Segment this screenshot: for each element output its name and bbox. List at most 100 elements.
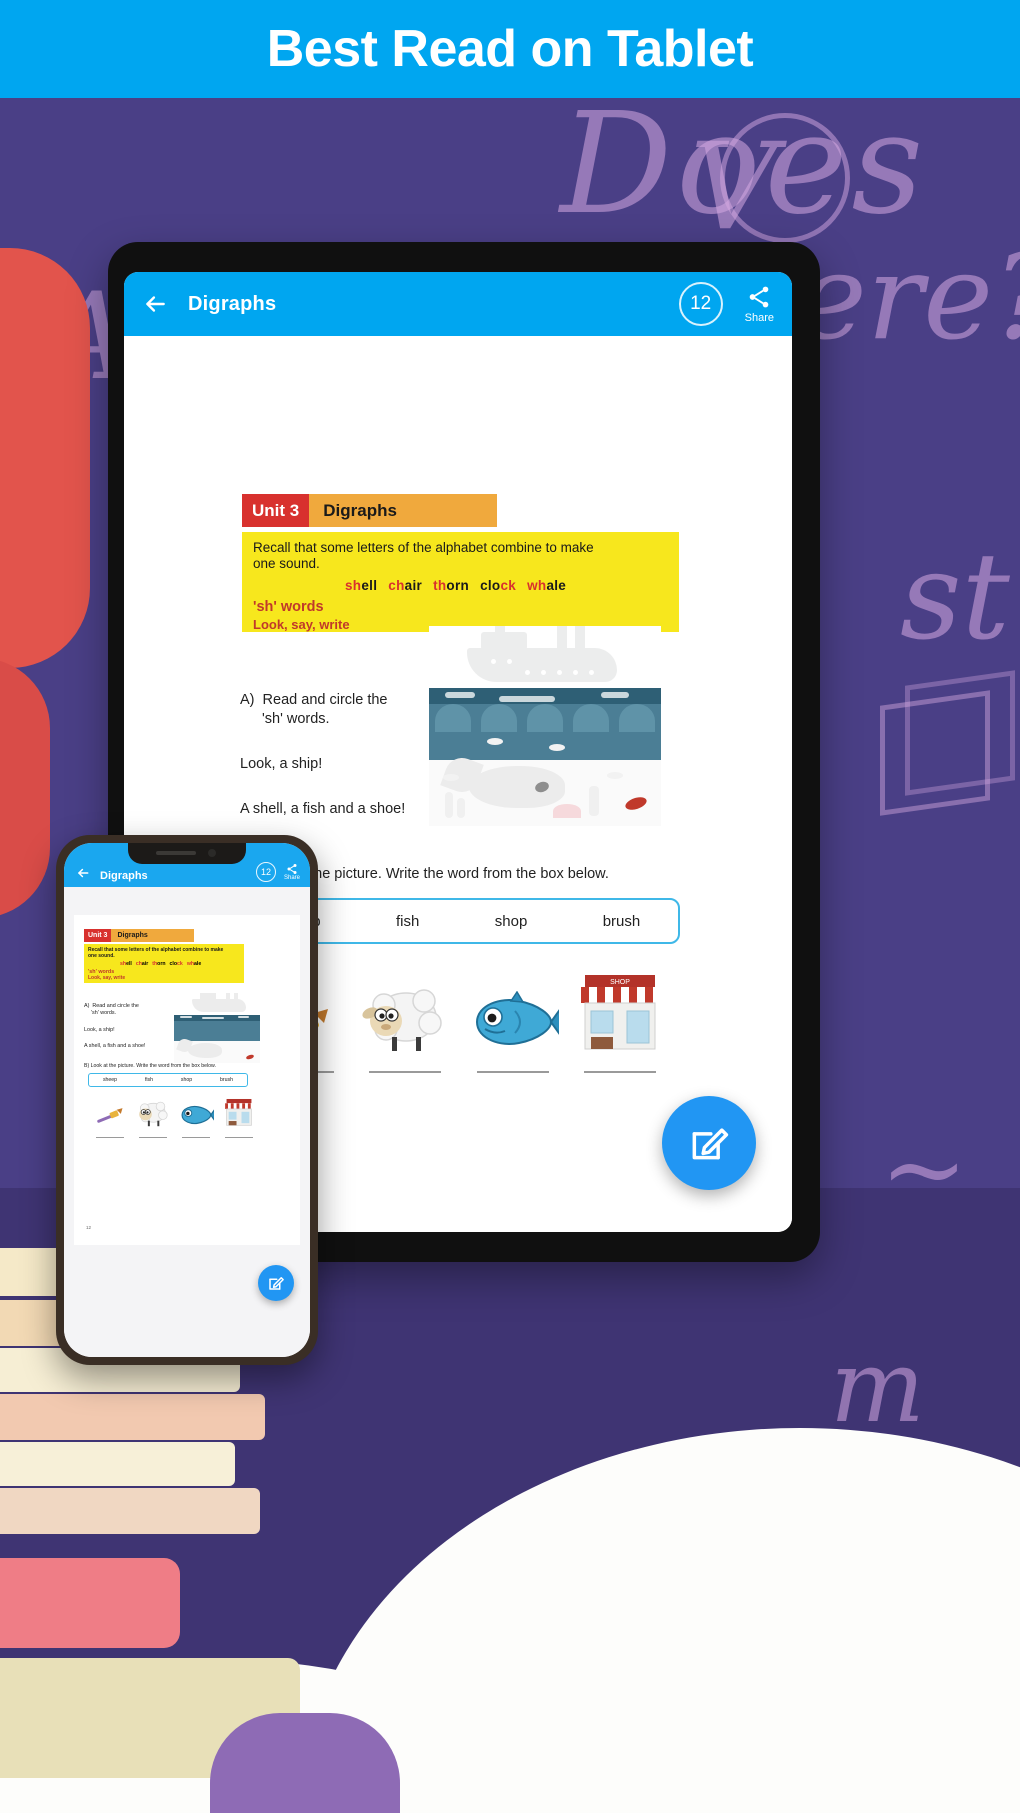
unit-tag: Unit 3 [84, 929, 112, 942]
page-number-badge[interactable]: 12 [255, 862, 276, 882]
question-a-sentence-2: A shell, a fish and a shoe! [84, 1042, 146, 1049]
ship-porthole-icon [557, 670, 562, 675]
small-fish-icon [443, 774, 459, 781]
promo-banner-text: Best Read on Tablet [266, 20, 754, 78]
ocean-foam [445, 692, 475, 698]
background-pink-shape [0, 1558, 180, 1648]
callout-sh-sub: Look, say, write [88, 975, 126, 981]
fish-icon [475, 991, 559, 1045]
ship-cabin-icon [200, 993, 216, 999]
app-bar-actions: 12 Share [678, 282, 774, 326]
page-title: Digraphs [188, 292, 277, 315]
unit-name: Digraphs [111, 929, 194, 942]
edit-pencil-icon [269, 1277, 284, 1290]
doodle-circle [720, 113, 850, 243]
answer-line[interactable] [88, 1137, 131, 1138]
doodle-cube-front [905, 670, 1015, 796]
ship-funnel-icon [226, 993, 230, 1000]
picture-cell-sheep [131, 1093, 174, 1127]
answer-line[interactable] [217, 1137, 260, 1138]
phone-screen: Digraphs 12 Share Unit 3 Digraphs Recall… [64, 843, 310, 1357]
svg-text:SHOP: SHOP [610, 979, 630, 986]
ocean-deep-water [429, 732, 661, 760]
word-bank-item: fish [144, 1077, 154, 1083]
callout-line-1: Recall that some letters of the alphabet… [253, 540, 594, 555]
back-arrow-icon[interactable] [74, 864, 92, 882]
ocean-foam [202, 1017, 224, 1019]
word-bank-item: shop [494, 912, 528, 930]
phone-device-mockup: Digraphs 12 Share Unit 3 Digraphs Recall… [56, 835, 318, 1365]
ship-funnel-icon [234, 993, 238, 1000]
answer-line[interactable] [131, 1137, 174, 1138]
phone-worksheet-viewer[interactable]: Unit 3 Digraphs Recall that some letters… [64, 887, 310, 1357]
fish-icon [180, 1105, 214, 1125]
ship-hull-icon [192, 999, 246, 1012]
worksheet-unit-header: Unit 3 Digraphs [242, 494, 497, 527]
answer-line[interactable] [567, 1071, 675, 1073]
small-fish-icon [487, 738, 503, 745]
question-b-text: B) Look at the picture. Write the word f… [84, 1063, 216, 1069]
ocean-illustration [429, 626, 661, 826]
answer-line[interactable] [459, 1071, 567, 1073]
picture-cell-sheep [352, 961, 460, 1053]
page-number-badge[interactable]: 12 [678, 282, 723, 326]
question-a-line-1: A) Read and circle the [84, 1003, 139, 1009]
phone-camera-icon [208, 849, 216, 857]
background-purple-shape [210, 1713, 400, 1813]
edit-fab-button[interactable] [662, 1096, 756, 1190]
word-bank-box: sheep fish shop brush [88, 1073, 248, 1087]
coral-icon [445, 792, 453, 818]
worksheet-callout-box: Recall that some letters of the alphabet… [242, 532, 679, 632]
picture-row [88, 1093, 260, 1127]
brush-icon [96, 1108, 122, 1123]
share-button[interactable]: Share [745, 284, 774, 324]
question-a-block: A) Read and circle the 'sh' words. Look,… [240, 691, 440, 818]
word-bank-item: shop [180, 1077, 193, 1083]
page-title: Digraphs [100, 870, 148, 882]
screenshot-root: Best Read on Tablet Does V where? A st ~… [0, 0, 1020, 1813]
worksheet-callout-box: Recall that some letters of the alphabet… [84, 944, 244, 983]
unit-name: Digraphs [309, 494, 497, 527]
phone-app-bar-actions: 12 Share [255, 862, 300, 882]
ship-funnel-icon [557, 626, 567, 648]
picture-cell-fish [174, 1093, 217, 1127]
ocean-foam [499, 696, 555, 702]
ship-porthole-icon [589, 670, 594, 675]
back-arrow-icon[interactable] [138, 287, 172, 321]
ship-porthole-icon [491, 659, 496, 664]
tablet-app-bar: Digraphs 12 Share [124, 272, 792, 336]
picture-cell-shop: SHOP [567, 961, 675, 1053]
edit-fab-button[interactable] [258, 1265, 294, 1301]
picture-cell-fish [459, 961, 567, 1053]
phone-speaker-icon [156, 851, 196, 855]
callout-example-words: shell chair thorn clock whale [120, 961, 202, 967]
callout-example-words: shell chair thorn clock whale [345, 577, 567, 593]
ocean-foam [238, 1016, 249, 1018]
book-6 [0, 1488, 260, 1534]
question-a-block: A) Read and circle the 'sh' words. Look,… [84, 1003, 160, 1050]
share-icon [287, 864, 297, 874]
coral-icon [457, 798, 465, 818]
coral-icon [589, 786, 599, 816]
question-a-sentence-2: A shell, a fish and a shoe! [240, 800, 406, 817]
share-label: Share [744, 312, 774, 324]
question-a-line-2: 'sh' words. [91, 1010, 117, 1017]
word-bank-item: fish [396, 912, 420, 930]
question-a-line-2: 'sh' words. [262, 710, 330, 727]
worksheet-unit-header: Unit 3 Digraphs [84, 929, 194, 942]
callout-line-2: one sound. [253, 556, 320, 572]
answer-line[interactable] [174, 1137, 217, 1138]
ship-porthole-icon [541, 670, 546, 675]
answer-line[interactable] [352, 1071, 460, 1073]
edit-pencil-icon [692, 1128, 729, 1160]
worksheet-page-number: 12 [86, 1225, 92, 1230]
callout-sh-heading: 'sh' words [253, 598, 324, 615]
phone-notch [128, 843, 246, 864]
share-button[interactable]: Share [284, 863, 300, 881]
background-red-shape-1 [0, 248, 90, 668]
share-icon [749, 286, 769, 308]
book-5 [0, 1442, 235, 1486]
